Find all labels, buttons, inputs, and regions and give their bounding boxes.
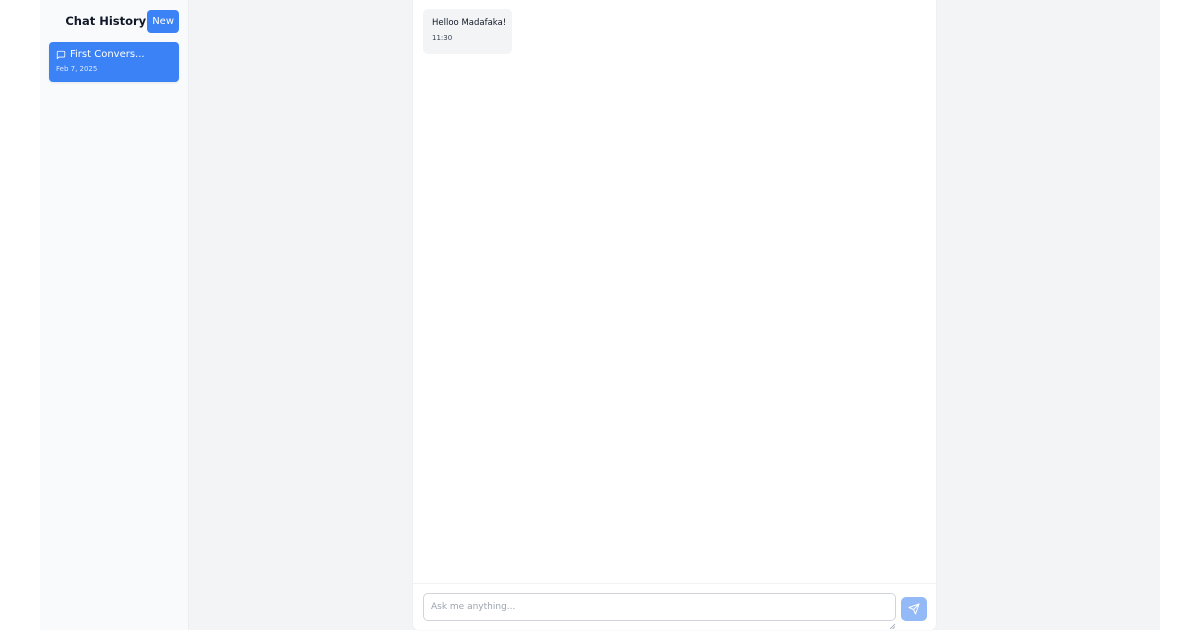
conversation-item[interactable]: First Convers... Feb 7, 2025 xyxy=(49,42,179,82)
send-icon xyxy=(908,603,920,615)
conversation-date: Feb 7, 2025 xyxy=(56,65,98,73)
send-button[interactable] xyxy=(901,597,927,621)
message-bubble: Helloo Madafaka! 11:30 xyxy=(423,9,512,54)
conversation-row: First Convers... xyxy=(56,49,172,60)
conversation-list: First Convers... Feb 7, 2025 xyxy=(49,42,179,82)
message-time: 11:30 xyxy=(432,34,453,42)
resize-grip-icon[interactable] xyxy=(889,614,896,630)
sidebar-title: Chat History xyxy=(65,14,147,28)
main-area: Helloo Madafaka! 11:30 xyxy=(189,0,1160,630)
chat-panel: Helloo Madafaka! 11:30 xyxy=(413,0,936,630)
message-square-icon xyxy=(56,50,66,60)
sidebar-header: Chat History New xyxy=(40,9,179,33)
sidebar: Chat History New First Convers... Feb 7,… xyxy=(40,0,189,630)
conversation-title: First Convers... xyxy=(70,49,145,60)
message-text: Helloo Madafaka! xyxy=(432,18,507,28)
composer xyxy=(413,583,936,630)
message-list: Helloo Madafaka! 11:30 xyxy=(423,9,926,583)
message-input[interactable] xyxy=(423,593,896,621)
new-chat-button[interactable]: New xyxy=(147,9,179,33)
chat-app: Chat History New First Convers... Feb 7,… xyxy=(40,0,1160,630)
